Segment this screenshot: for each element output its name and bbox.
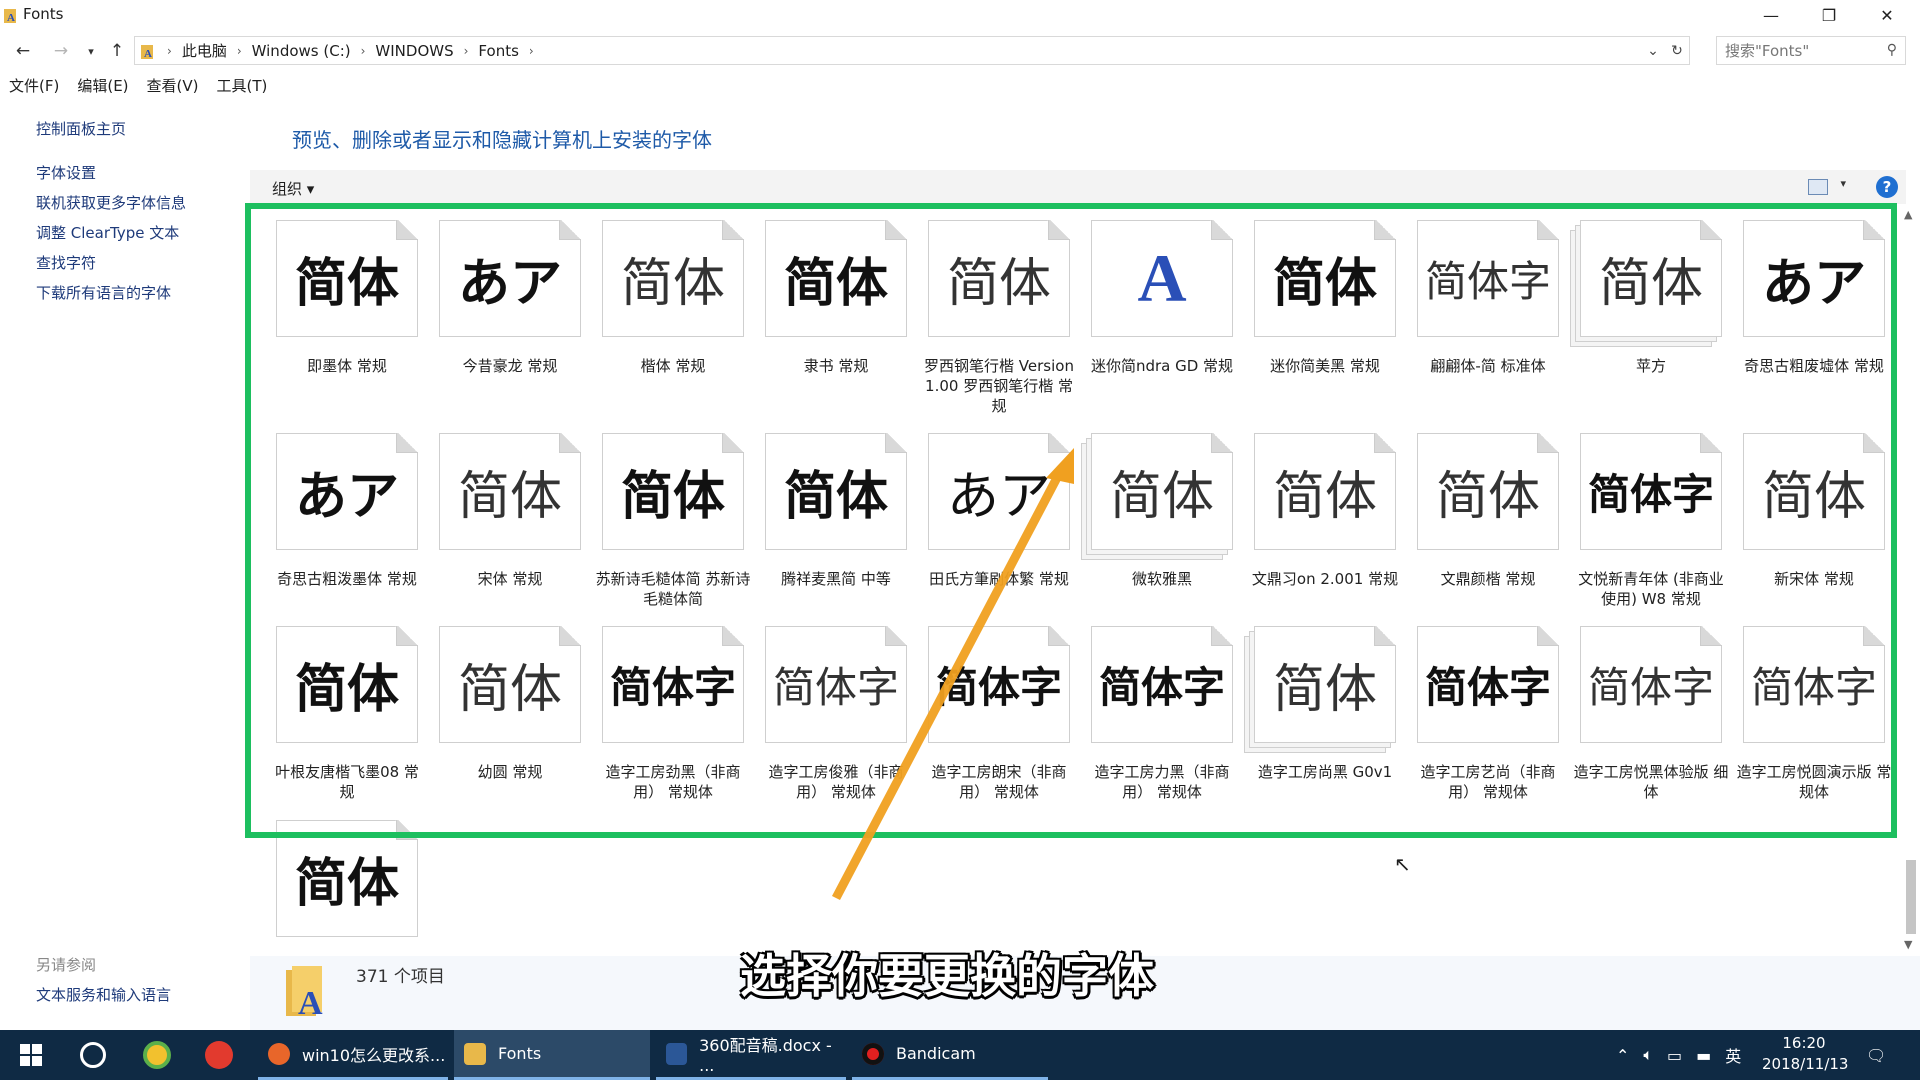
breadcrumb-this-pc[interactable]: 此电脑: [178, 40, 231, 61]
task-label: Bandicam: [896, 1044, 976, 1063]
scroll-up-arrow-icon[interactable]: ▲: [1904, 208, 1912, 221]
windows-logo-icon: [20, 1044, 42, 1066]
menu-edit[interactable]: 编辑(E): [68, 74, 137, 98]
recent-locations-button[interactable]: ▾: [78, 39, 104, 63]
cortana-button[interactable]: [76, 1030, 110, 1080]
back-button[interactable]: ←: [10, 39, 36, 63]
chevron-right-icon: ›: [236, 43, 242, 58]
notifications-button[interactable]: 🗨︎: [1866, 1030, 1886, 1080]
video-subtitle: 选择你要更换的字体: [740, 949, 1154, 1003]
browser-app-icon: [143, 1041, 171, 1069]
start-button[interactable]: [14, 1030, 48, 1080]
task-label: win10怎么更改系...: [302, 1045, 446, 1065]
sidebar-font-settings[interactable]: 字体设置: [36, 162, 96, 183]
mouse-cursor-icon: ↖: [1394, 852, 1411, 876]
close-button[interactable]: ✕: [1858, 0, 1916, 30]
see-also-heading: 另请参阅: [36, 956, 97, 974]
chevron-right-icon: ›: [463, 43, 469, 58]
word-icon: [666, 1042, 688, 1065]
menu-file[interactable]: 文件(F): [0, 74, 68, 98]
svg-text:A: A: [144, 48, 152, 59]
svg-text:A: A: [298, 985, 323, 1020]
search-input[interactable]: 搜索"Fonts" ⚲: [1716, 36, 1906, 65]
selection-highlight: [245, 203, 1897, 838]
breadcrumb-windows[interactable]: WINDOWS: [371, 42, 457, 60]
scrollbar-thumb[interactable]: [1906, 860, 1916, 934]
task-browser[interactable]: win10怎么更改系...: [258, 1030, 448, 1080]
sidebar-get-more-fonts[interactable]: 联机获取更多字体信息: [36, 192, 186, 213]
font-tile[interactable]: 简体: [253, 820, 418, 950]
chevron-right-icon: ›: [360, 43, 366, 58]
pinned-music-app-button[interactable]: [202, 1030, 236, 1080]
volume-icon[interactable]: 🔈︎: [1643, 1045, 1653, 1065]
sidebar: 控制面板主页 字体设置 联机获取更多字体信息 调整 ClearType 文本 查…: [0, 100, 250, 1030]
item-count: 371 个项目: [356, 967, 445, 987]
fonts-folder-icon: [464, 1042, 486, 1065]
sidebar-text-services[interactable]: 文本服务和输入语言: [36, 984, 171, 1005]
refresh-icon[interactable]: ↻: [1665, 43, 1689, 59]
title-bar: A Fonts — ❐ ✕: [0, 0, 1920, 30]
task-bandicam[interactable]: Bandicam: [852, 1030, 1048, 1080]
view-dropdown-icon[interactable]: ▾: [1840, 177, 1846, 190]
breadcrumb-drive[interactable]: Windows (C:): [248, 42, 355, 60]
ime-indicator[interactable]: 英: [1725, 1043, 1741, 1067]
action-center-icon: 🗨︎: [1866, 1045, 1887, 1065]
fonts-folder-icon: A: [4, 9, 16, 23]
up-button[interactable]: ↑: [104, 39, 130, 63]
clock-date: 2018/11/13: [1762, 1055, 1849, 1073]
system-tray: ⌃ 🔈︎ ▭ ▬ 英: [1616, 1030, 1741, 1080]
taskbar: win10怎么更改系... Fonts 360配音稿.docx - ... Ba…: [0, 1030, 1920, 1080]
forward-button[interactable]: →: [48, 39, 74, 63]
menu-bar: 文件(F) 编辑(E) 查看(V) 工具(T): [0, 74, 276, 98]
organize-button[interactable]: 组织 ▾: [272, 178, 314, 199]
font-sample-text: 简体: [294, 854, 399, 914]
network-icon[interactable]: ▭: [1667, 1046, 1682, 1065]
firefox-icon: [268, 1042, 290, 1065]
sidebar-find-character[interactable]: 查找字符: [36, 252, 96, 273]
window-title: Fonts: [23, 5, 64, 23]
page-title: 预览、删除或者显示和隐藏计算机上安装的字体: [292, 128, 712, 152]
chevron-right-icon: ›: [167, 43, 172, 58]
vertical-scrollbar[interactable]: ▲ ▼: [1900, 204, 1920, 956]
address-bar[interactable]: A › 此电脑 › Windows (C:) › WINDOWS › Fonts…: [134, 36, 1690, 65]
task-label: Fonts: [498, 1044, 542, 1063]
restore-button[interactable]: ❐: [1800, 0, 1858, 30]
clock[interactable]: 16:20 2018/11/13: [1762, 1033, 1849, 1075]
menu-tools[interactable]: 工具(T): [208, 74, 277, 98]
cortana-circle-icon: [80, 1042, 106, 1068]
address-dropdown-icon[interactable]: ⌄: [1641, 43, 1665, 59]
breadcrumb-fonts[interactable]: Fonts: [474, 42, 522, 60]
sidebar-download-fonts[interactable]: 下载所有语言的字体: [36, 282, 171, 303]
record-icon: [862, 1042, 884, 1065]
chevron-right-icon[interactable]: ›: [523, 44, 540, 58]
view-options-icon[interactable]: [1808, 179, 1828, 195]
chevron-up-icon[interactable]: ⌃: [1616, 1046, 1629, 1065]
address-row: ← → ▾ ↑ A › 此电脑 › Windows (C:) › WINDOWS…: [0, 34, 1920, 68]
sidebar-cleartype[interactable]: 调整 ClearType 文本: [36, 222, 179, 243]
scroll-down-arrow-icon[interactable]: ▼: [1904, 938, 1912, 951]
task-fonts[interactable]: Fonts: [454, 1030, 650, 1080]
pinned-app-green-button[interactable]: [140, 1030, 174, 1080]
task-label: 360配音稿.docx - ...: [699, 1036, 832, 1075]
clock-time: 16:20: [1782, 1034, 1826, 1052]
command-bar: 组织 ▾ ▾ ?: [250, 170, 1906, 204]
music-app-icon: [205, 1041, 233, 1069]
sidebar-control-panel-home[interactable]: 控制面板主页: [36, 118, 126, 139]
svg-text:A: A: [7, 12, 15, 23]
battery-icon[interactable]: ▬: [1696, 1046, 1711, 1065]
minimize-button[interactable]: —: [1742, 0, 1800, 30]
menu-view[interactable]: 查看(V): [138, 74, 208, 98]
help-icon[interactable]: ?: [1876, 176, 1898, 198]
task-word[interactable]: 360配音稿.docx - ...: [656, 1030, 846, 1080]
search-placeholder: 搜索"Fonts": [1725, 42, 1810, 60]
fonts-folder-icon: A: [286, 966, 323, 1020]
search-icon[interactable]: ⚲: [1887, 42, 1897, 58]
fonts-folder-icon: A: [141, 44, 153, 59]
